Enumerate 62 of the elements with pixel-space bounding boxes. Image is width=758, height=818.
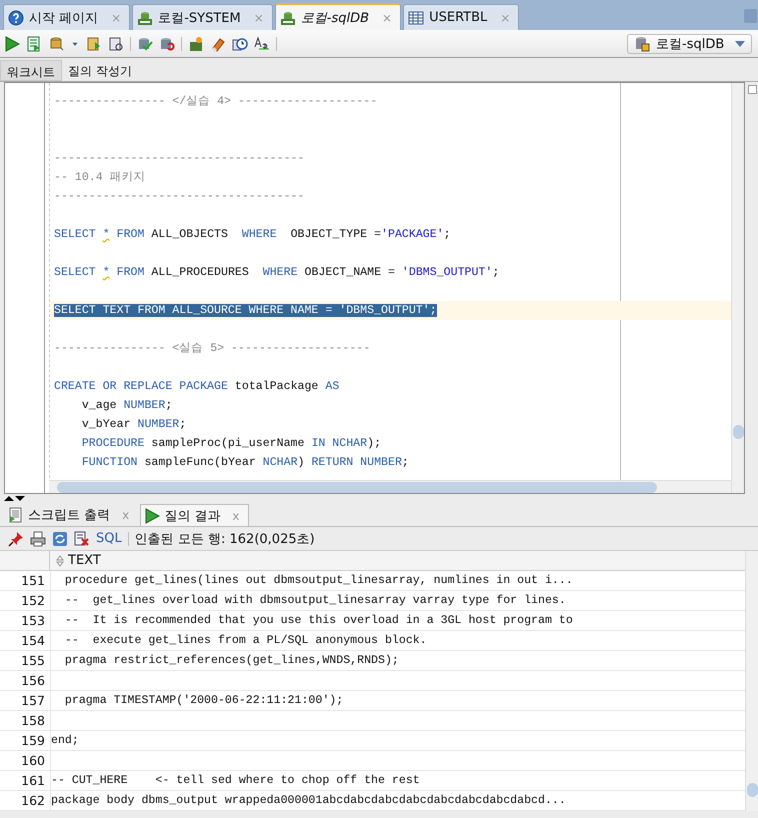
clear-icon[interactable]	[74, 530, 90, 546]
pin-icon[interactable]	[8, 530, 24, 546]
column-header[interactable]: TEXT	[50, 551, 745, 571]
output-tab[interactable]: 스크립트 출력 x	[4, 504, 138, 526]
code-line: SELECT * FROM ALL_OBJECTS WHERE OBJECT_TYPE ='PACKAGE';	[54, 228, 451, 241]
worksheet-tab[interactable]: 질의 작성기	[62, 60, 138, 81]
run-icon[interactable]	[4, 36, 20, 52]
refresh-icon[interactable]	[52, 530, 68, 546]
script-icon[interactable]	[26, 36, 42, 52]
table-icon	[408, 10, 424, 26]
code-line: FUNCTION sampleFunc(bYear NCHAR) RETURN NUMBER;	[80, 456, 409, 469]
table-cell: pragma restrict_references(get_lines,WNDS,RNDS);	[50, 651, 745, 671]
vertical-scrollbar[interactable]	[731, 83, 744, 493]
inspect-icon[interactable]	[108, 36, 124, 52]
code-line: ------------------------------------	[54, 190, 304, 203]
vertical-scrollbar[interactable]	[745, 551, 758, 811]
code-editor[interactable]	[4, 82, 745, 494]
table-cell: -- It is recommended that you use this overload in a 3GL host program to	[50, 611, 745, 631]
help-icon	[8, 10, 24, 26]
table-cell: pragma TIMESTAMP('2000-06-22:11:21:00');	[50, 691, 745, 711]
worksheet-tab[interactable]: 워크시트	[0, 60, 62, 81]
editor-tab[interactable]: 로컬-SYSTEM ×	[132, 4, 273, 30]
commit-check-icon[interactable]	[137, 36, 153, 52]
code-line: ---------------- </실습 4> --------------------	[54, 95, 378, 108]
code-line: ---------------- <실습 5> --------------------	[54, 342, 370, 355]
table-cell: end;	[50, 731, 745, 751]
editor-tab[interactable]: 시작 페이지 ×	[3, 4, 130, 30]
code-line: ------------------------------------	[54, 152, 304, 165]
eraser-icon[interactable]	[210, 36, 226, 52]
code-line: -- 10.4 패키지	[54, 171, 146, 184]
clock-icon[interactable]	[232, 36, 248, 52]
script-output-icon	[8, 507, 24, 523]
sql-worksheet-icon	[280, 10, 296, 26]
font-case-icon[interactable]	[254, 36, 270, 52]
run-icon	[144, 508, 160, 524]
database-icon	[634, 36, 650, 52]
code-line: v_age NUMBER;	[80, 399, 172, 412]
sql-worksheet-icon	[137, 10, 154, 26]
table-cell: -- execute get_lines from a PL/SQL anonymous block.	[50, 631, 745, 651]
connection-dropdown[interactable]: 로컬-sqlDB	[627, 34, 752, 54]
editor-tab[interactable]: USERTBL ×	[403, 4, 520, 30]
horizontal-scrollbar[interactable]	[49, 480, 731, 493]
table-cell: -- CUT_HERE <- tell sed where to chop off the rest	[50, 771, 745, 791]
sql-link[interactable]: SQL	[96, 531, 122, 546]
caret-icon	[735, 40, 745, 46]
sort-icon	[56, 554, 64, 566]
editor-tab[interactable]: 로컬-sqlDB ×	[274, 3, 402, 30]
code-line: PROCEDURE sampleProc(pi_userName IN NCHAR);	[80, 437, 382, 450]
code-line: CREATE OR REPLACE PACKAGE totalPackage AS	[54, 380, 340, 393]
table-cell: -- get_lines overload with dbmsoutput_linesarray varray type for lines.	[50, 591, 745, 611]
code-line: SELECT * FROM ALL_PROCEDURES WHERE OBJECT_NAME = 'DBMS_OUTPUT';	[54, 266, 500, 279]
table-cell: package body dbms_output wrappeda000001abcdabcdabcdabcdabcdabcdabcdabcd...	[50, 791, 745, 811]
print-icon[interactable]	[30, 530, 46, 546]
table-cell: procedure get_lines(lines out dbmsoutput_linesarray, numlines in out i...	[50, 571, 745, 591]
code-line: v_bYear NUMBER;	[80, 418, 186, 431]
fetch-status: 인출된 모든 행: 162(0,025초)	[134, 530, 315, 548]
commit-icon[interactable]	[86, 36, 102, 52]
rollback-icon[interactable]	[159, 36, 175, 52]
corner-square	[748, 85, 757, 94]
sql-tuning-icon[interactable]	[188, 36, 204, 52]
database-icon[interactable]	[48, 36, 64, 52]
output-tab[interactable]: 질의 결과 x	[140, 504, 248, 526]
